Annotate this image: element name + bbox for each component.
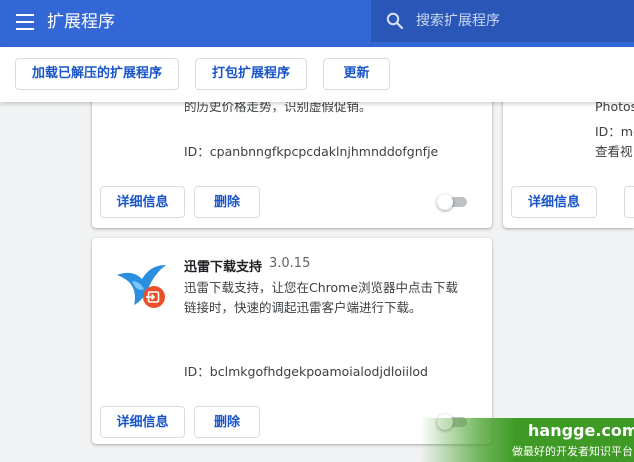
extension-description: 迅雷下载支持，让您在Chrome浏览器中点击下载 [184,280,459,295]
details-button[interactable]: 详细信息 [100,406,185,438]
extension-version: 3.0.15 [269,256,311,271]
details-button[interactable]: 详细信息 [511,186,597,218]
developer-toolbar: 加载已解压的扩展程序 打包扩展程序 更新 [0,47,634,102]
remove-button[interactable]: 删除 [194,406,260,438]
search-input[interactable] [416,10,626,32]
extension-id: ID：bclmkgofhdgekpoamoialodjdloiilod [184,364,428,379]
top-bar: 扩展程序 [0,0,634,47]
search-icon[interactable] [386,12,404,30]
watermark-domain: hangge.com [528,421,634,440]
watermark-slogan: 做最好的开发者知识平台 [512,445,633,458]
extension-card-xunlei: 迅雷下载支持 3.0.15 迅雷下载支持，让您在Chrome浏览器中点击下载 链… [92,238,492,444]
remove-button[interactable] [624,186,634,218]
menu-icon[interactable] [16,14,34,30]
remove-button[interactable]: 删除 [194,186,260,218]
details-button[interactable]: 详细信息 [100,186,185,218]
extension-description: 查看视 [595,144,633,159]
pack-extension-button[interactable]: 打包扩展程序 [195,58,307,90]
extension-card: Photos ID：me 查看视 详细信息 [503,80,634,228]
extension-description: 链接时，快速的调起迅雷客户端进行下载。 [184,300,422,315]
extension-id: ID：cpanbnngfkpcpcdaklnjhmnddofgnfje [184,144,439,159]
extension-name: 迅雷下载支持 [184,260,263,275]
extension-card: 的历史价格走势，识别虚假促销。 ID：cpanbnngfkpcpcdaklnjh… [92,80,492,228]
xunlei-logo-icon [117,265,166,308]
enable-toggle[interactable] [437,194,469,210]
update-button[interactable]: 更新 [323,58,390,90]
site-watermark: hangge.com 做最好的开发者知识平台 [420,418,634,462]
extension-id: ID：me [595,124,634,139]
load-unpacked-button[interactable]: 加载已解压的扩展程序 [15,58,179,90]
page-title: 扩展程序 [47,12,115,32]
